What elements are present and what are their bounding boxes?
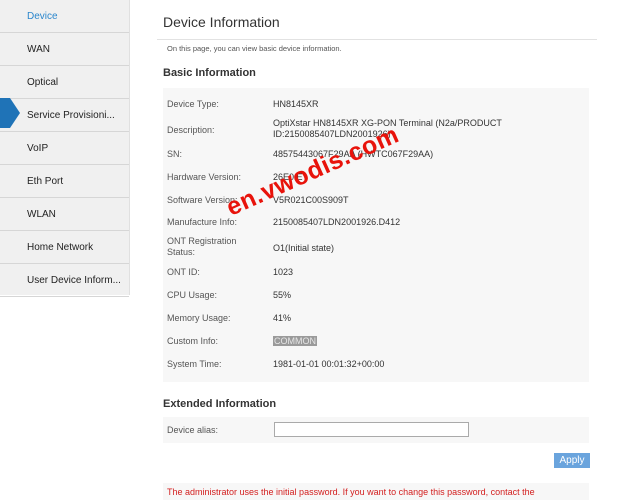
- manufacture-info-label: Manufacture Info:: [167, 217, 238, 227]
- ont-id-label: ONT ID:: [167, 267, 200, 277]
- device-alias-label: Device alias:: [167, 425, 219, 435]
- sidebar-item-label: WLAN: [27, 208, 56, 220]
- system-time-label: System Time:: [167, 359, 222, 369]
- selected-indicator: [0, 98, 10, 128]
- sidebar-item-device[interactable]: Device: [0, 0, 129, 33]
- ont-id-value: 1023: [273, 267, 294, 277]
- sidebar-item-user-device-information[interactable]: User Device Inform...: [0, 264, 129, 297]
- initial-password-warning: The administrator uses the initial passw…: [167, 487, 535, 497]
- basic-info-title: Basic Information: [163, 67, 256, 79]
- description-label: Description:: [167, 125, 215, 135]
- manufacture-info-value: 2150085407LDN2001926.D412: [273, 217, 401, 227]
- sidebar-item-wlan[interactable]: WLAN: [0, 198, 129, 231]
- sidebar-item-label: Eth Port: [27, 175, 64, 187]
- cpu-usage-label: CPU Usage:: [167, 290, 218, 300]
- title-divider: [157, 39, 597, 40]
- apply-button[interactable]: Apply: [554, 453, 590, 468]
- sidebar-item-eth-port[interactable]: Eth Port: [0, 165, 129, 198]
- device-alias-input[interactable]: [274, 422, 469, 437]
- cpu-usage-value: 55%: [273, 290, 292, 300]
- memory-usage-value: 41%: [273, 313, 292, 323]
- custom-info-highlight: COMMON: [273, 336, 317, 346]
- sidebar-item-label: VoIP: [27, 142, 49, 154]
- sidebar-item-label: Optical: [27, 76, 59, 88]
- sidebar-item-label: Device: [27, 10, 58, 22]
- sidebar-item-label: Home Network: [27, 241, 94, 253]
- sidebar-item-label: Service Provisioni...: [27, 109, 115, 121]
- sn-label: SN:: [167, 149, 183, 159]
- memory-usage-label: Memory Usage:: [167, 313, 231, 323]
- sidebar-item-voip[interactable]: VoIP: [0, 132, 129, 165]
- selected-arrow-icon: [10, 98, 20, 128]
- page-description: On this page, you can view basic device …: [167, 44, 342, 53]
- extended-info-title: Extended Information: [163, 398, 277, 410]
- page-title: Device Information: [163, 14, 280, 30]
- sidebar-item-label: WAN: [27, 43, 50, 55]
- sidebar-item-home-network[interactable]: Home Network: [0, 231, 129, 264]
- system-time-value: 1981-01-01 00:01:32+00:00: [273, 359, 385, 369]
- sidebar-item-wan[interactable]: WAN: [0, 33, 129, 66]
- device-type-value: HN8145XR: [273, 99, 319, 109]
- sidebar-nav: Device WAN Optical Service Provisioni...…: [0, 0, 130, 297]
- device-type-label: Device Type:: [167, 99, 219, 109]
- sidebar-item-optical[interactable]: Optical: [0, 66, 129, 99]
- custom-info-label: Custom Info:: [167, 336, 219, 346]
- sidebar-item-label: User Device Inform...: [27, 274, 121, 286]
- custom-info-value: COMMON: [273, 336, 317, 347]
- ont-registration-status-label: ONT Registration Status:: [167, 236, 237, 257]
- ont-registration-status-value: O1(Initial state): [273, 243, 335, 253]
